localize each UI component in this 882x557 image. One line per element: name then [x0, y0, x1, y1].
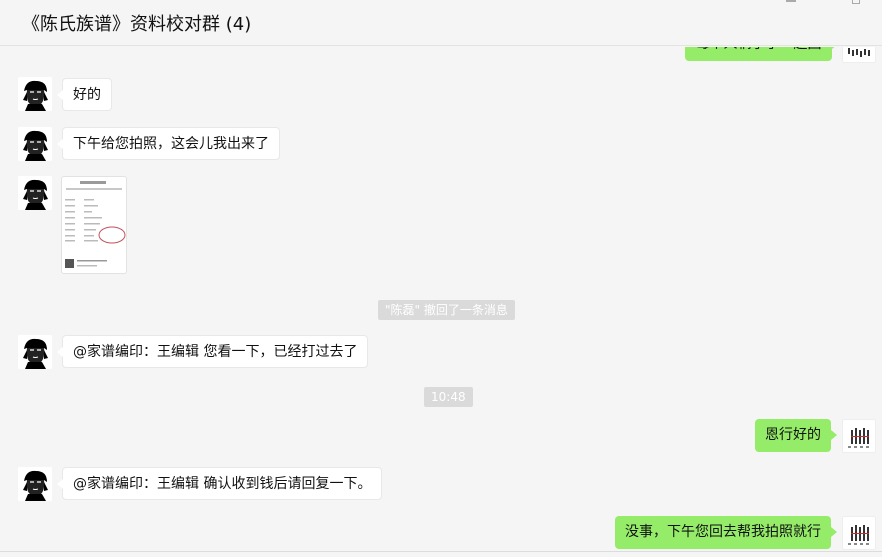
message-incoming[interactable]: @家谱编印：王编辑 您看一下，已经打过去了	[56, 335, 369, 368]
self-avatar[interactable]	[842, 419, 876, 453]
member-avatar[interactable]	[18, 127, 52, 161]
message-outgoing[interactable]: 恩行好的	[755, 419, 837, 452]
system-notice: "陈磊" 撤回了一条消息	[378, 300, 515, 320]
input-toolbar[interactable]	[0, 551, 882, 557]
message-list[interactable]: 每个人辆子了一趟回 好的 下午给您拍照，这	[0, 47, 882, 551]
self-avatar[interactable]	[842, 516, 876, 550]
message-outgoing[interactable]: 每个人辆子了一趟回	[685, 47, 838, 61]
minimize-icon[interactable]	[786, 0, 796, 2]
timestamp: 10:48	[424, 387, 473, 407]
member-avatar[interactable]	[18, 467, 52, 501]
chat-header: 《陈氏族谱》资料校对群 (4)	[0, 0, 882, 46]
image-message[interactable]	[61, 176, 127, 274]
member-avatar[interactable]	[18, 77, 52, 111]
chat-title: 《陈氏族谱》资料校对群 (4)	[22, 14, 252, 35]
message-incoming[interactable]: 好的	[57, 78, 112, 111]
message-outgoing[interactable]: 没事，下午您回去帮我拍照就行	[615, 516, 837, 549]
self-avatar[interactable]	[842, 47, 876, 63]
maximize-icon[interactable]	[852, 0, 860, 4]
member-avatar[interactable]	[18, 335, 52, 369]
message-incoming[interactable]: 下午给您拍照，这会儿我出来了	[57, 127, 280, 160]
receipt-screenshot-icon	[65, 181, 126, 268]
message-incoming[interactable]: @家谱编印：王编辑 确认收到钱后请回复一下。	[56, 467, 383, 500]
member-avatar[interactable]	[18, 176, 52, 210]
